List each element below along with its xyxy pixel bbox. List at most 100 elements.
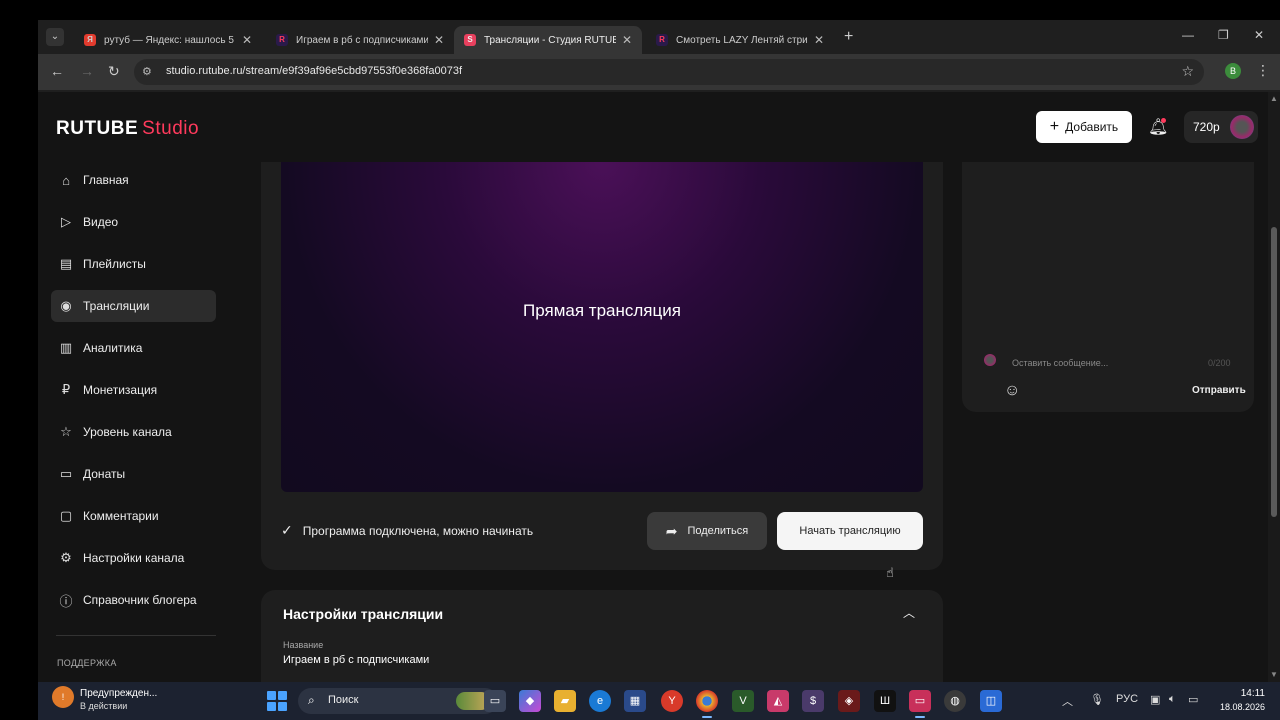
volume-icon[interactable]: 🔈︎ <box>1169 693 1176 706</box>
browser-window: ⌄ Я рутуб — Яндекс: нашлось 5 тыс ✕ R Иг… <box>38 20 1280 682</box>
tab-close-icon[interactable]: ✕ <box>434 33 444 47</box>
network-icon[interactable]: ▣ <box>1150 693 1160 706</box>
tab-label: Трансляции - Студия RUTUBE <box>484 34 616 46</box>
share-button[interactable]: ➦ Поделиться <box>647 512 767 550</box>
chat-message-input[interactable]: Оставить сообщение... <box>1012 358 1108 368</box>
sidebar-item-monetization[interactable]: ₽ Монетизация <box>51 374 216 406</box>
taskbar-clock[interactable]: 14:11 <box>1217 688 1265 699</box>
forward-icon[interactable]: → <box>80 63 94 79</box>
page-scrollbar[interactable]: ▲ ▼ <box>1268 92 1280 682</box>
broadcast-settings-card: Настройки трансляции ︿ Название Играем в… <box>261 590 943 682</box>
steam-icon[interactable]: ◍ <box>944 690 966 712</box>
photos-icon[interactable]: ◭ <box>767 690 789 712</box>
site-info-icon[interactable]: ⚙ <box>142 65 152 78</box>
tray-chevron-icon[interactable]: ︿ <box>1062 693 1073 709</box>
sidebar-item-comments[interactable]: ▢ Комментарии <box>51 500 216 532</box>
new-tab-icon[interactable]: + <box>844 28 853 46</box>
chat-char-counter: 0/200 <box>1208 358 1231 368</box>
sidebar-item-blogger-guide[interactable]: ⓘ Справочник блогера <box>51 584 216 616</box>
chat-panel: Оставить сообщение... 0/200 ☺ Отправить <box>962 162 1254 412</box>
sidebar-item-broadcasts[interactable]: ◉ Трансляции <box>51 290 216 322</box>
app-icon-dollar[interactable]: $ <box>802 690 824 712</box>
sidebar: ⌂ Главная ▷ Видео ▤ Плейлисты ◉ Трансляц… <box>38 162 228 682</box>
reload-icon[interactable]: ↻ <box>108 63 120 80</box>
tab-lazy-stream[interactable]: R Смотреть LAZY Лентяй стрим ✕ <box>646 26 834 54</box>
tab-search-button[interactable]: ⌄ <box>46 28 64 46</box>
sidebar-item-playlists[interactable]: ▤ Плейлисты <box>51 248 216 280</box>
gear-icon: ⚙ <box>60 550 72 565</box>
windows-start-icon[interactable] <box>267 691 287 711</box>
chevron-up-icon[interactable]: ︿ <box>903 604 915 621</box>
logo-main: RUTUBE <box>56 118 139 139</box>
battery-icon[interactable]: ▭ <box>1188 693 1198 706</box>
scroll-down-icon[interactable]: ▼ <box>1270 670 1278 679</box>
video-icon: ▷ <box>61 214 71 229</box>
sidebar-item-donations[interactable]: ▭ Донаты <box>51 458 216 490</box>
taskbar-search[interactable]: ⌕ Поиск <box>298 688 498 714</box>
support-section-label: ПОДДЕРЖКА <box>57 658 117 668</box>
studio-header: RUTUBE Studio + Добавить 🔔︎ 720p <box>38 92 1268 162</box>
yandex-favicon-icon: Я <box>84 34 96 46</box>
scrollbar-thumb[interactable] <box>1271 227 1277 517</box>
emoji-icon[interactable]: ☺ <box>1004 382 1020 400</box>
sidebar-item-label: Справочник блогера <box>83 593 197 607</box>
tab-close-icon[interactable]: ✕ <box>242 33 252 47</box>
language-indicator[interactable]: РУС <box>1116 693 1138 705</box>
restore-icon[interactable]: ❐ <box>1218 28 1229 42</box>
quality-selector[interactable]: 720p <box>1184 111 1258 143</box>
sidebar-item-home[interactable]: ⌂ Главная <box>51 164 216 196</box>
chrome-icon[interactable] <box>696 690 718 718</box>
browser-menu-icon[interactable]: ⋮ <box>1256 62 1270 79</box>
url-text: studio.rutube.ru/stream/e9f39af96e5cbd97… <box>166 65 463 77</box>
rutube-favicon-icon: R <box>276 34 288 46</box>
tab-close-icon[interactable]: ✕ <box>622 33 632 47</box>
add-button-label: Добавить <box>1065 120 1119 134</box>
name-field-label: Название <box>283 640 324 650</box>
settings-title: Настройки трансляции <box>283 606 444 622</box>
scroll-up-icon[interactable]: ▲ <box>1270 94 1278 103</box>
tab-stream-page[interactable]: R Играем в рб с подписчиками ✕ <box>266 26 454 54</box>
yandex-browser-icon[interactable]: Y <box>661 690 683 712</box>
add-button[interactable]: + Добавить <box>1036 111 1132 143</box>
channel-avatar[interactable] <box>1230 115 1254 139</box>
notification-title[interactable]: Предупрежден... <box>80 688 157 699</box>
tab-label: Играем в рб с подписчиками <box>296 34 428 46</box>
name-field-value[interactable]: Играем в рб с подписчиками <box>283 654 429 666</box>
vegas-icon[interactable]: V <box>732 690 754 712</box>
copilot-icon[interactable]: ◆ <box>519 690 541 712</box>
tab-rutube-studio[interactable]: S Трансляции - Студия RUTUBE ✕ <box>454 26 642 54</box>
address-bar[interactable]: ⚙ studio.rutube.ru/stream/e9f39af96e5cbd… <box>134 59 1204 85</box>
taskbar-date[interactable]: 18.08.2026 <box>1217 702 1265 712</box>
logo-studio: Studio <box>142 118 200 139</box>
minimize-icon[interactable]: — <box>1182 28 1194 42</box>
rutube-studio-logo[interactable]: RUTUBE Studio <box>56 118 199 140</box>
sidebar-item-label: Донаты <box>83 467 126 481</box>
sidebar-item-analytics[interactable]: ▥ Аналитика <box>51 332 216 364</box>
close-window-icon[interactable]: ✕ <box>1254 28 1264 42</box>
sidebar-item-channel-level[interactable]: ☆ Уровень канала <box>51 416 216 448</box>
microphone-icon[interactable]: 🎙︎ <box>1090 693 1104 706</box>
sidebar-item-video[interactable]: ▷ Видео <box>51 206 216 238</box>
task-view-icon[interactable]: ▭ <box>484 690 506 712</box>
start-broadcast-button[interactable]: Начать трансляцию <box>777 512 923 550</box>
store-icon[interactable]: ▦ <box>624 690 646 712</box>
send-button[interactable]: Отправить <box>1192 385 1246 396</box>
tab-close-icon[interactable]: ✕ <box>814 33 824 47</box>
profile-avatar[interactable]: B <box>1225 63 1241 79</box>
stream-preview[interactable]: Прямая трансляция <box>281 162 923 492</box>
broadcast-icon: ◉ <box>60 298 72 313</box>
edge-icon[interactable]: e <box>589 690 611 712</box>
playlist-icon: ▤ <box>59 256 73 271</box>
back-icon[interactable]: ← <box>50 63 64 79</box>
tab-yandex-search[interactable]: Я рутуб — Яндекс: нашлось 5 тыс ✕ <box>74 26 262 54</box>
roblox-icon[interactable]: ◫ <box>980 690 1002 712</box>
file-explorer-icon[interactable]: ▰ <box>554 690 576 712</box>
sidebar-item-label: Аналитика <box>83 341 143 355</box>
connection-status-text: Программа подключена, можно начинать <box>302 523 534 538</box>
app-icon-rutube[interactable]: ▭ <box>909 690 931 718</box>
sidebar-item-channel-settings[interactable]: ⚙ Настройки канала <box>51 542 216 574</box>
warning-notification-icon[interactable]: ! <box>52 686 74 708</box>
bookmark-star-icon[interactable]: ☆ <box>1181 63 1194 80</box>
app-icon-bars[interactable]: Ш <box>874 690 896 712</box>
app-icon-red[interactable]: ◈ <box>838 690 860 712</box>
